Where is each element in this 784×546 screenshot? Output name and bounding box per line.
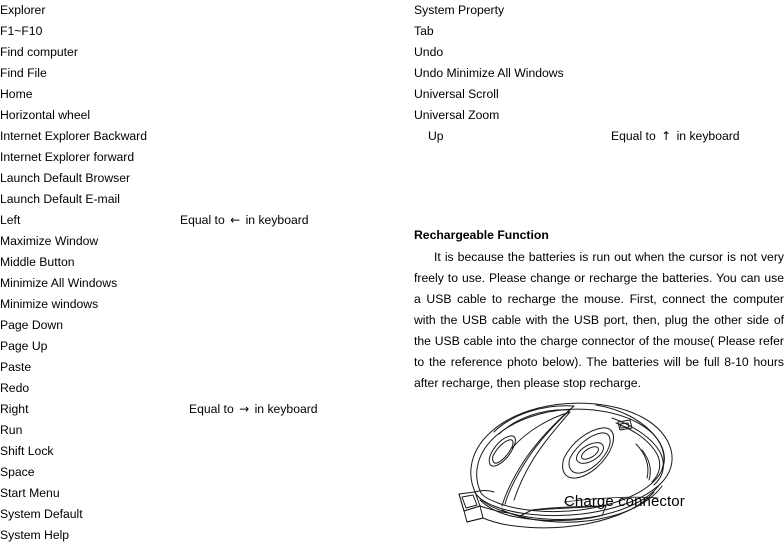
- note-prefix: Equal to: [189, 402, 234, 416]
- function-list-row: Internet Explorer Backward: [0, 126, 410, 147]
- rechargeable-function-paragraph: It is because the batteries is run out w…: [414, 247, 784, 394]
- function-name: Internet Explorer Backward: [0, 129, 147, 143]
- function-name: Shift Lock: [0, 444, 54, 458]
- mouse-right-button: [595, 404, 665, 486]
- rechargeable-function-heading: Rechargeable Function: [414, 228, 549, 242]
- function-list-row: Launch Default Browser: [0, 168, 410, 189]
- function-list-row: Page Up: [0, 336, 410, 357]
- function-list-row: Tab: [414, 21, 784, 42]
- function-name: Undo Minimize All Windows: [414, 66, 564, 80]
- function-list-row: Minimize All Windows: [0, 273, 410, 294]
- function-list-row: Undo Minimize All Windows: [414, 63, 784, 84]
- function-name: Start Menu: [0, 486, 60, 500]
- function-list-row: Find File: [0, 63, 410, 84]
- function-list-row: Home: [0, 84, 410, 105]
- function-name: F1~F10: [0, 24, 43, 38]
- keyboard-arrow-icon: ↑: [661, 129, 672, 143]
- function-name: Middle Button: [0, 255, 75, 269]
- function-name: Launch Default E-mail: [0, 192, 120, 206]
- function-list-left-column: Explorer F1~F10 Find computer Find File Home…: [0, 0, 410, 546]
- function-list-row: Minimize windows: [0, 294, 410, 315]
- function-name: Left: [0, 213, 21, 227]
- function-name: Home: [0, 87, 33, 101]
- function-name: Paste: [0, 360, 32, 374]
- function-list-row: Internet Explorer forward: [0, 147, 410, 168]
- function-name: Redo: [0, 381, 30, 395]
- function-list-row: Explorer: [0, 0, 410, 21]
- function-list-row: Up Equal to ↑ in keyboard: [414, 126, 784, 147]
- function-list-row: Run: [0, 420, 410, 441]
- function-name: Minimize All Windows: [0, 276, 118, 290]
- function-name: Space: [0, 465, 35, 479]
- function-list-row: Horizontal wheel: [0, 105, 410, 126]
- function-name: Tab: [414, 24, 434, 38]
- function-list-row: System Default: [0, 504, 410, 525]
- manual-page: Explorer F1~F10 Find computer Find File Home…: [0, 0, 784, 542]
- function-name: Page Down: [0, 318, 64, 332]
- mouse-illustration: [436, 398, 784, 533]
- function-list-right-column: System Property Tab Undo Undo Minimize All …: [414, 0, 784, 147]
- function-list-row: System Property: [414, 0, 784, 21]
- function-list-row: Left Equal to ← in keyboard: [0, 210, 410, 231]
- function-name: System Help: [0, 528, 70, 542]
- function-list-row: Find computer: [0, 42, 410, 63]
- function-name: Explorer: [0, 3, 46, 17]
- function-list-row: Middle Button: [0, 252, 410, 273]
- rechargeable-function-section: Rechargeable Function It is because the …: [414, 226, 784, 394]
- function-list-row: F1~F10: [0, 21, 410, 42]
- function-list-row: Paste: [0, 357, 410, 378]
- function-name: Universal Zoom: [414, 108, 500, 122]
- note-suffix: in keyboard: [254, 402, 318, 416]
- function-list-row: Universal Scroll: [414, 84, 784, 105]
- function-name: Launch Default Browser: [0, 171, 131, 185]
- function-list-row: Right Equal to → in keyboard: [0, 399, 410, 420]
- note-suffix: in keyboard: [245, 213, 309, 227]
- function-name: Run: [0, 423, 23, 437]
- rechargeable-function-body-text: It is because the batteries is run out w…: [414, 250, 784, 390]
- mouse-right-side-panel: [617, 419, 651, 481]
- note-prefix: Equal to: [180, 213, 225, 227]
- function-name: Undo: [414, 45, 444, 59]
- note-suffix: in keyboard: [676, 129, 740, 143]
- function-list-row: Universal Zoom: [414, 105, 784, 126]
- charge-connector-callout-label: Charge connector: [564, 493, 685, 510]
- function-list-row: Launch Default E-mail: [0, 189, 410, 210]
- function-name: Maximize Window: [0, 234, 99, 248]
- function-list-row: Maximize Window: [0, 231, 410, 252]
- function-name: Up: [428, 129, 444, 143]
- function-name: System Default: [0, 507, 83, 521]
- function-list-row: Page Down: [0, 315, 410, 336]
- function-list-row: System Help: [0, 525, 410, 546]
- function-name: System Property: [414, 3, 505, 17]
- function-list-row: Shift Lock: [0, 441, 410, 462]
- mouse-scroll-wheel: [562, 427, 615, 479]
- function-list-row: Redo: [0, 378, 410, 399]
- function-keyboard-equivalent-note: Equal to ↑ in keyboard: [611, 126, 740, 147]
- function-name: Find computer: [0, 45, 78, 59]
- function-list-row: Space: [0, 462, 410, 483]
- function-list-row: Undo: [414, 42, 784, 63]
- function-name: Universal Scroll: [414, 87, 499, 101]
- function-list-row: Start Menu: [0, 483, 410, 504]
- function-name: Internet Explorer forward: [0, 150, 135, 164]
- function-name: Horizontal wheel: [0, 108, 91, 122]
- function-name: Find File: [0, 66, 47, 80]
- function-name: Page Up: [0, 339, 48, 353]
- mouse-left-thumb-groove: [488, 435, 516, 467]
- keyboard-arrow-icon: →: [239, 402, 250, 416]
- keyboard-arrow-icon: ←: [230, 213, 241, 227]
- function-name: Minimize windows: [0, 297, 99, 311]
- note-prefix: Equal to: [611, 129, 656, 143]
- function-keyboard-equivalent-note: Equal to → in keyboard: [189, 399, 318, 420]
- function-keyboard-equivalent-note: Equal to ← in keyboard: [180, 210, 309, 231]
- function-name: Right: [0, 402, 29, 416]
